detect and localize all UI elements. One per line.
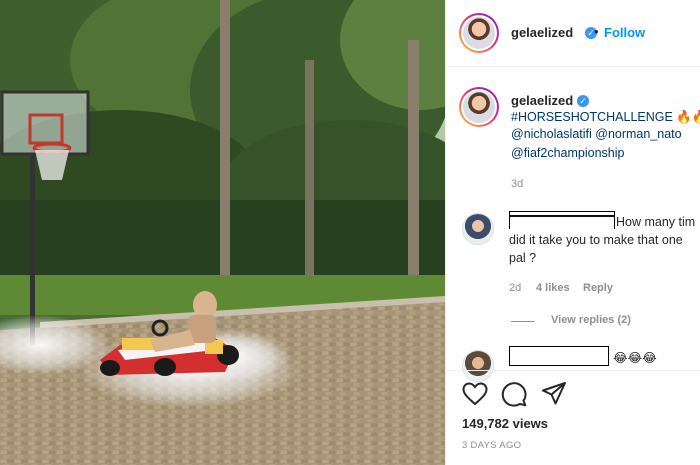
caption-username[interactable]: gelaelized: [511, 93, 573, 108]
comment-text-2: did it take you to make that one: [509, 233, 683, 247]
verified-badge-icon: ✓: [577, 95, 589, 107]
comment-icon[interactable]: [501, 381, 527, 407]
caption-line-1: #HORSESHOTCHALLENGE 🔥🔥: [511, 110, 700, 125]
mention-links-2[interactable]: @fiaf2championship: [511, 146, 624, 160]
post-photo: [0, 0, 445, 465]
follow-button[interactable]: Follow: [604, 25, 645, 40]
author-avatar[interactable]: [459, 13, 499, 53]
caption-avatar[interactable]: [459, 87, 499, 127]
commenter-avatar[interactable]: [462, 213, 494, 245]
fire-emoji: 🔥🔥: [676, 110, 700, 124]
post-timestamp[interactable]: 3 DAYS AGO: [462, 440, 521, 451]
comment-text-1: How many tim: [616, 215, 696, 229]
separator-dot: •: [594, 24, 599, 39]
reply-button[interactable]: Reply: [583, 282, 613, 294]
post-media[interactable]: [0, 0, 445, 465]
post-actions: 149,782 views 3 DAYS AGO: [446, 370, 700, 465]
share-icon[interactable]: [541, 381, 567, 407]
hashtag-link[interactable]: #HORSESHOTCHALLENGE: [511, 110, 673, 124]
view-count[interactable]: 149,782 views: [462, 416, 548, 431]
post-side-panel: gelaelized ✓ • Follow gelaelized ✓ #HORS…: [445, 0, 700, 465]
comment-likes[interactable]: 4 likes: [536, 282, 570, 294]
replies-divider: [511, 321, 535, 322]
redacted-username: [509, 346, 609, 366]
redacted-username: [509, 211, 615, 230]
comment-text-3: pal ?: [509, 251, 537, 265]
comment-timestamp[interactable]: 2d: [509, 282, 521, 294]
caption-timestamp[interactable]: 3d: [511, 178, 523, 190]
heart-icon[interactable]: [462, 382, 488, 406]
view-replies-button[interactable]: View replies (2): [551, 314, 631, 326]
post-header: gelaelized ✓ • Follow: [446, 0, 700, 67]
mention-links-1[interactable]: @nicholaslatifi @norman_nato: [511, 127, 682, 141]
comment-emojis: 😂😂😂: [613, 351, 657, 365]
author-username[interactable]: gelaelized: [511, 25, 573, 40]
